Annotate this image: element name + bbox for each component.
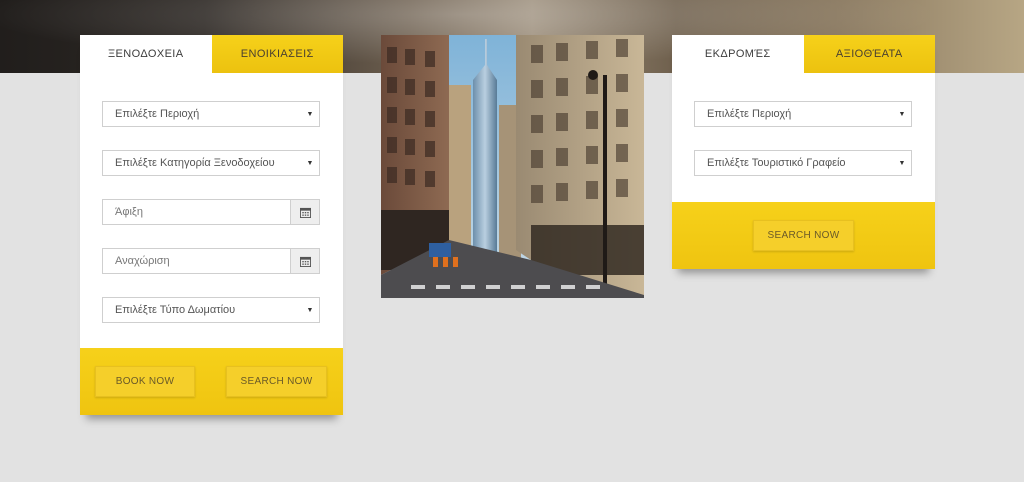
excursion-region-select[interactable]: Επιλέξτε Περιοχή ▼ — [694, 101, 912, 127]
city-street-illustration — [381, 35, 644, 298]
departure-date-input[interactable]: Αναχώριση — [102, 248, 320, 274]
calendar-icon — [299, 256, 311, 267]
hotel-category-select-value: Επιλέξτε Κατηγορία Ξενοδοχείου — [115, 157, 275, 169]
caret-down-icon: ▼ — [306, 110, 314, 118]
hotel-search-panel: ΞΕΝΟΔΟΧΕΙΑ ΕΝΟΙΚΙΑΣΕΙΣ Επιλέξτε Περιοχή … — [80, 35, 343, 415]
arrival-calendar-button[interactable] — [290, 200, 319, 224]
travel-agency-select-value: Επιλέξτε Τουριστικό Γραφείο — [707, 157, 846, 169]
tab-excursions[interactable]: ΕΚΔΡΟΜΈΣ — [672, 35, 804, 73]
book-now-button[interactable]: BOOK NOW — [95, 366, 195, 397]
tab-hotels[interactable]: ΞΕΝΟΔΟΧΕΙΑ — [80, 35, 212, 73]
hotel-category-select[interactable]: Επιλέξτε Κατηγορία Ξενοδοχείου ▼ — [102, 150, 320, 176]
room-type-select-value: Επιλέξτε Τύπο Δωματίου — [115, 304, 236, 316]
caret-down-icon: ▼ — [306, 306, 314, 314]
region-select-value: Επιλέξτε Περιοχή — [115, 108, 200, 120]
hotel-panel-tabs: ΞΕΝΟΔΟΧΕΙΑ ΕΝΟΙΚΙΑΣΕΙΣ — [80, 35, 343, 73]
arrival-date-input[interactable]: Άφιξη — [102, 199, 320, 225]
tab-rentals[interactable]: ΕΝΟΙΚΙΑΣΕΙΣ — [211, 35, 343, 73]
excursion-search-panel: ΕΚΔΡΟΜΈΣ ΑΞΙΟΘΈΑΤΑ Επιλέξτε Περιοχή ▼ Επ… — [672, 35, 935, 269]
excursion-region-select-value: Επιλέξτε Περιοχή — [707, 108, 792, 120]
room-type-select[interactable]: Επιλέξτε Τύπο Δωματίου ▼ — [102, 297, 320, 323]
departure-calendar-button[interactable] — [290, 249, 319, 273]
excursion-panel-footer: SEARCH NOW — [672, 202, 935, 269]
caret-down-icon: ▼ — [898, 159, 906, 167]
departure-date-placeholder: Αναχώριση — [115, 255, 170, 267]
hotel-search-now-button[interactable]: SEARCH NOW — [226, 366, 327, 397]
caret-down-icon: ▼ — [306, 159, 314, 167]
calendar-icon — [299, 207, 311, 218]
city-street-photo — [381, 35, 644, 298]
arrival-date-placeholder: Άφιξη — [115, 206, 143, 218]
tab-sights[interactable]: ΑΞΙΟΘΈΑΤΑ — [803, 35, 935, 73]
region-select[interactable]: Επιλέξτε Περιοχή ▼ — [102, 101, 320, 127]
travel-agency-select[interactable]: Επιλέξτε Τουριστικό Γραφείο ▼ — [694, 150, 912, 176]
hotel-panel-footer: BOOK NOW SEARCH NOW — [80, 348, 343, 415]
caret-down-icon: ▼ — [898, 110, 906, 118]
excursion-search-now-button[interactable]: SEARCH NOW — [753, 220, 854, 251]
excursion-panel-tabs: ΕΚΔΡΟΜΈΣ ΑΞΙΟΘΈΑΤΑ — [672, 35, 935, 73]
